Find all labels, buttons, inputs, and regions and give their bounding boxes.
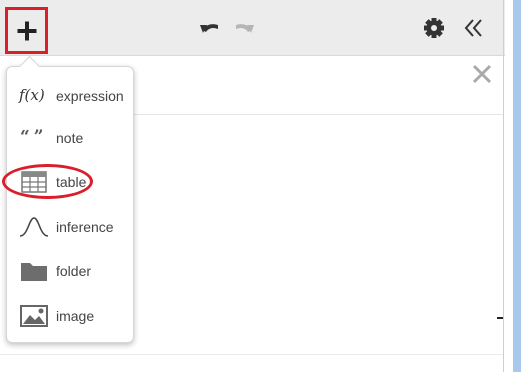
gear-icon[interactable] xyxy=(420,14,448,42)
expression-separator xyxy=(130,114,503,115)
close-icon[interactable] xyxy=(470,62,494,86)
pane-bottom-line xyxy=(0,354,503,355)
menu-item-label: inference xyxy=(56,219,114,235)
menu-item-label: image xyxy=(56,308,95,324)
menu-item-inference[interactable]: inference xyxy=(7,207,133,247)
menu-item-expression[interactable]: f(x) expression xyxy=(7,76,133,116)
graph-edge xyxy=(513,0,521,372)
axis-tick xyxy=(497,317,503,319)
quote-icon: “ ” xyxy=(20,127,44,147)
redo-icon[interactable] xyxy=(230,14,258,42)
menu-caret xyxy=(18,55,41,78)
toolbar xyxy=(0,0,505,56)
undo-icon[interactable] xyxy=(196,14,224,42)
panel-divider xyxy=(503,0,504,372)
add-item-menu: f(x) expression “ ” note table inference… xyxy=(6,55,134,343)
distribution-curve-icon xyxy=(19,217,49,237)
menu-item-label: expression xyxy=(56,88,124,104)
menu-item-image[interactable]: image xyxy=(7,296,133,336)
double-chevron-left-icon[interactable] xyxy=(460,14,488,42)
menu-item-label: folder xyxy=(56,263,92,279)
menu-item-note[interactable]: “ ” note xyxy=(7,118,133,158)
add-item-button[interactable] xyxy=(5,7,48,54)
table-highlight-annotation xyxy=(2,164,93,199)
folder-icon xyxy=(21,263,47,281)
menu-item-label: note xyxy=(56,130,84,146)
fx-icon: f(x) xyxy=(19,86,45,104)
image-icon xyxy=(20,305,48,327)
menu-item-folder[interactable]: folder xyxy=(7,251,133,291)
